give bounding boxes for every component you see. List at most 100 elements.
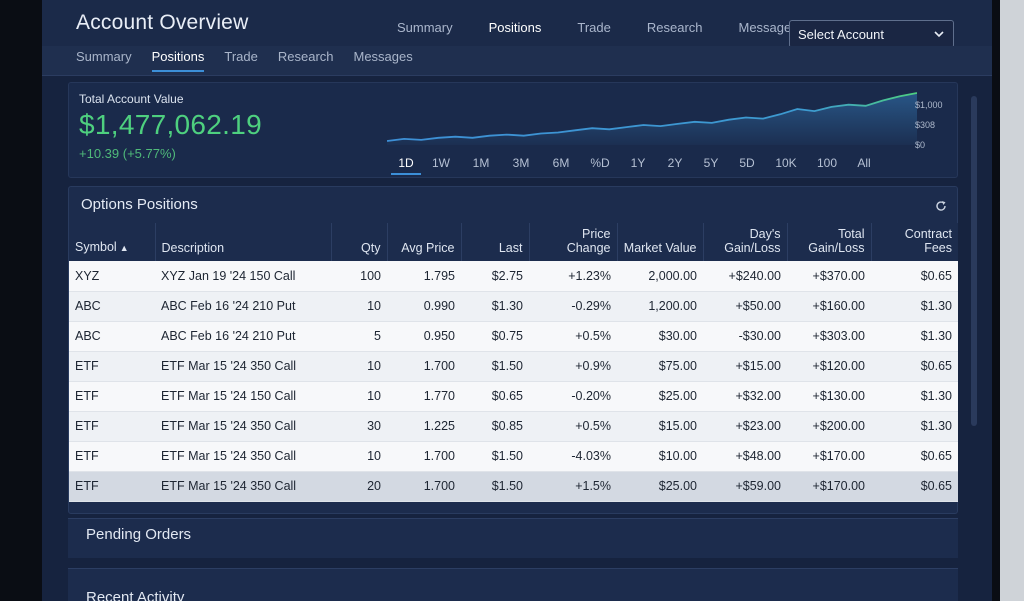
range-5y[interactable]: 5Y xyxy=(693,156,729,175)
cell-symbol[interactable]: ETF xyxy=(69,351,155,382)
tab-trade[interactable]: Trade xyxy=(224,49,257,72)
cell-last-price: $1.50 xyxy=(461,471,529,502)
account-value-panel: Total Account Value $1,477,062.19 +10.39… xyxy=(68,82,958,178)
cell-description: ETF Mar 15 '24 150 Call xyxy=(155,381,331,412)
cell-price-change: +0.9% xyxy=(529,351,617,382)
table-header-row: Symbol ▲ Description Qty Avg Price Last P… xyxy=(69,223,958,261)
range-pd[interactable]: %D xyxy=(581,156,619,175)
top-nav: Summary Positions Trade Research Message… xyxy=(397,20,834,35)
top-nav-positions[interactable]: Positions xyxy=(489,20,542,35)
table-row[interactable]: ETF ETF Mar 15 '24 350 Call 10 1.700 $1.50 -4… xyxy=(69,441,958,472)
app-screen: Account Overview Summary Positions Trade… xyxy=(42,0,992,601)
cell-symbol[interactable]: ETF xyxy=(69,411,155,442)
cell-qty: 30 xyxy=(331,411,387,442)
cell-symbol[interactable]: XYZ xyxy=(69,261,155,292)
cell-market-value: $25.00 xyxy=(617,471,703,502)
column-header-total-gain-loss[interactable]: Total Gain/Loss xyxy=(787,223,872,261)
cell-avg-price: 1.795 xyxy=(387,261,461,292)
cell-days-gain-loss: +$15.00 xyxy=(703,351,787,382)
cell-description: XYZ Jan 19 '24 150 Call xyxy=(155,261,331,292)
cell-price-change: +1.23% xyxy=(529,261,617,292)
cell-days-gain-loss: +$48.00 xyxy=(703,441,787,472)
table-row[interactable]: ETF ETF Mar 15 '24 350 Call 30 1.225 $0.85 +0… xyxy=(69,411,958,442)
tab-messages[interactable]: Messages xyxy=(354,49,413,72)
cell-symbol[interactable]: ABC xyxy=(69,291,155,322)
cell-symbol[interactable]: ETF xyxy=(69,441,155,472)
cell-price-change: -4.03% xyxy=(529,441,617,472)
cell-description: ABC Feb 16 '24 210 Put xyxy=(155,321,331,352)
axis-label-bottom: $0 xyxy=(915,140,926,150)
range-6m[interactable]: 6M xyxy=(541,156,581,175)
column-header-days-gain-loss[interactable]: Day's Gain/Loss xyxy=(703,223,788,261)
column-header-symbol[interactable]: Symbol ▲ xyxy=(69,223,156,261)
cell-market-value: 2,000.00 xyxy=(617,261,703,292)
column-header-description[interactable]: Description xyxy=(155,223,332,261)
cell-total-gain-loss: +$170.00 xyxy=(787,441,871,472)
cell-avg-price: 1.700 xyxy=(387,471,461,502)
range-2y[interactable]: 2Y xyxy=(657,156,693,175)
top-bar: Account Overview Summary Positions Trade… xyxy=(42,0,992,48)
cell-contract-fees: $1.30 xyxy=(871,411,958,442)
table-row[interactable]: ETF ETF Mar 15 '24 150 Call 10 1.770 $0.65 -0… xyxy=(69,381,958,412)
range-1d[interactable]: 1D xyxy=(391,156,421,175)
tab-research[interactable]: Research xyxy=(278,49,334,72)
column-header-price-change[interactable]: Price Change xyxy=(529,223,618,261)
top-nav-summary[interactable]: Summary xyxy=(397,20,453,35)
cell-avg-price: 1.700 xyxy=(387,441,461,472)
vertical-scrollbar[interactable] xyxy=(971,96,977,426)
axis-label-top: $1,000 xyxy=(915,100,943,110)
table-row[interactable]: ETF ETF Mar 15 '24 350 Call 20 1.700 $1.50 +1… xyxy=(69,471,958,502)
cell-description: ETF Mar 15 '24 350 Call xyxy=(155,351,331,382)
table-row[interactable]: ABC ABC Feb 16 '24 210 Put 5 0.950 $0.75 +0.5… xyxy=(69,321,958,352)
column-header-avg-price[interactable]: Avg Price xyxy=(387,223,462,261)
top-nav-research[interactable]: Research xyxy=(647,20,703,35)
column-header-last[interactable]: Last xyxy=(461,223,530,261)
cell-qty: 20 xyxy=(331,471,387,502)
range-1m[interactable]: 1M xyxy=(461,156,501,175)
tab-positions[interactable]: Positions xyxy=(151,49,205,72)
range-1w[interactable]: 1W xyxy=(421,156,461,175)
cell-last-price: $0.75 xyxy=(461,321,529,352)
column-header-qty[interactable]: Qty xyxy=(331,223,388,261)
range-100[interactable]: 100 xyxy=(807,156,847,175)
top-nav-trade[interactable]: Trade xyxy=(577,20,610,35)
pending-orders-title: Pending Orders xyxy=(86,526,192,543)
cell-symbol[interactable]: ETF xyxy=(69,471,155,502)
cell-avg-price: 1.700 xyxy=(387,351,461,382)
table-row[interactable]: ETF ETF Mar 15 '24 350 Call 10 1.700 $1.50 +0… xyxy=(69,351,958,382)
range-3m[interactable]: 3M xyxy=(501,156,541,175)
table-row[interactable]: XYZ XYZ Jan 19 '24 150 Call 100 1.795 $2.75 +… xyxy=(69,261,958,292)
column-header-market-value[interactable]: Market Value xyxy=(617,223,704,261)
range-5d[interactable]: 5D xyxy=(729,156,765,175)
cell-avg-price: 1.770 xyxy=(387,381,461,412)
cell-qty: 10 xyxy=(331,351,387,382)
cell-contract-fees: $1.30 xyxy=(871,291,958,322)
column-header-contract-fees[interactable]: Contract Fees xyxy=(871,223,958,261)
cell-last-price: $1.30 xyxy=(461,291,529,322)
range-all[interactable]: All xyxy=(847,156,881,175)
recent-activity-section[interactable]: Recent Activity xyxy=(68,568,958,601)
recent-activity-title: Recent Activity xyxy=(86,589,185,601)
refresh-icon[interactable] xyxy=(935,200,947,212)
cell-description: ETF Mar 15 '24 350 Call xyxy=(155,411,331,442)
options-positions-table: Symbol ▲ Description Qty Avg Price Last P… xyxy=(69,223,958,502)
table-row[interactable]: ABC ABC Feb 16 '24 210 Put 10 0.990 $1.30 -0.… xyxy=(69,291,958,322)
cell-last-price: $1.50 xyxy=(461,441,529,472)
cell-symbol[interactable]: ETF xyxy=(69,381,155,412)
pending-orders-section[interactable]: Pending Orders xyxy=(68,518,958,558)
range-1y[interactable]: 1Y xyxy=(619,156,657,175)
cell-symbol[interactable]: ABC xyxy=(69,321,155,352)
axis-label-mid: $308 xyxy=(915,120,936,130)
select-account-label: Select Account xyxy=(798,27,884,42)
cell-days-gain-loss: +$23.00 xyxy=(703,411,787,442)
options-positions-title: Options Positions xyxy=(81,196,198,213)
cell-days-gain-loss: +$59.00 xyxy=(703,471,787,502)
range-10k[interactable]: 10K xyxy=(765,156,807,175)
cell-last-price: $2.75 xyxy=(461,261,529,292)
select-account-dropdown[interactable]: Select Account xyxy=(789,20,954,48)
cell-total-gain-loss: +$130.00 xyxy=(787,381,871,412)
tab-summary[interactable]: Summary xyxy=(76,49,132,72)
cell-market-value: $25.00 xyxy=(617,381,703,412)
cell-contract-fees: $1.30 xyxy=(871,381,958,412)
cell-contract-fees: $0.65 xyxy=(871,351,958,382)
